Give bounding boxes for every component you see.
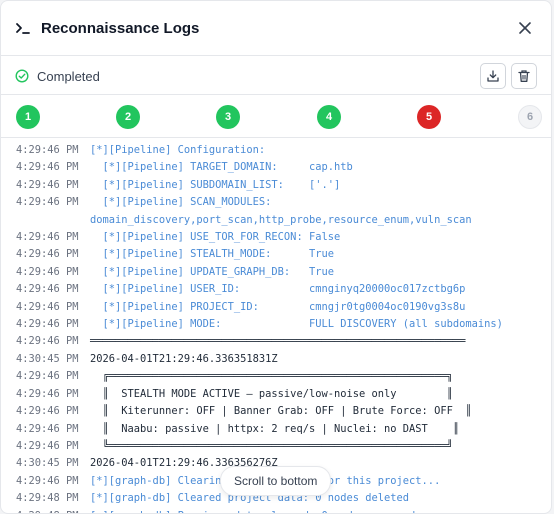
log-timestamp: 4:29:46 PM [16, 283, 79, 296]
log-line: 4:29:46 PM ║ Naabu: passive | httpx: 2 r… [16, 421, 551, 438]
log-message: 2026-04-01T21:29:46.336351831Z [90, 352, 278, 365]
log-timestamp: 4:29:46 PM [16, 178, 79, 191]
log-line: 4:29:46 PM ══════════════════════════════… [16, 333, 551, 350]
log-timestamp: 4:29:46 PM [16, 318, 79, 331]
recon-logs-panel: Reconnaissance Logs Completed 1 2 3 4 5 … [0, 0, 552, 514]
log-timestamp: 4:29:46 PM [16, 422, 79, 435]
log-timestamp: 4:29:46 PM [16, 300, 79, 313]
log-message: ╔═══════════════════════════════════════… [90, 370, 453, 383]
log-message: ║ STEALTH MODE ACTIVE — passive/low-nois… [90, 387, 453, 400]
pipeline-steps: 1 2 3 4 5 6 [1, 94, 551, 138]
trash-icon [518, 70, 530, 82]
log-line: domain_discovery,port_scan,http_probe,re… [16, 212, 551, 229]
scroll-to-bottom-button[interactable]: Scroll to bottom [220, 466, 332, 496]
log-timestamp: 4:29:46 PM [16, 370, 79, 383]
log-message: domain_discovery,port_scan,http_probe,re… [90, 213, 472, 226]
step-4-indicator[interactable]: 4 [317, 105, 341, 129]
log-output[interactable]: 4:29:46 PM [*][Pipeline] Configuration: 4:… [1, 138, 551, 513]
delete-button[interactable] [511, 63, 537, 89]
log-timestamp: 4:29:48 PM [16, 508, 90, 513]
log-line: 4:29:46 PM ╔════════════════════════════… [16, 368, 551, 385]
log-timestamp: 4:29:46 PM [16, 161, 79, 174]
step-6-indicator[interactable]: 6 [518, 105, 542, 129]
log-timestamp: 4:29:46 PM [16, 439, 79, 452]
log-message: [*][Pipeline] Configuration: [90, 144, 266, 156]
log-line: 4:29:46 PM [*][Pipeline] PROJECT_ID: cmn… [16, 299, 551, 316]
log-timestamp: 4:29:48 PM [16, 492, 79, 505]
status-label: Completed [37, 68, 100, 84]
log-line: 4:29:48 PM[+][graph-db] Previous data cl… [16, 508, 551, 513]
log-message: [*][Pipeline] SCAN_MODULES: [90, 196, 272, 209]
log-line: 4:30:45 PM 2026-04-01T21:29:46.336351831Z [16, 351, 551, 368]
download-button[interactable] [480, 63, 506, 89]
log-message: [*][Pipeline] TARGET_DOMAIN: cap.htb [90, 161, 353, 174]
log-line: 4:29:46 PM [*][Pipeline] MODE: FULL DISC… [16, 316, 551, 333]
step-2-indicator[interactable]: 2 [116, 105, 140, 129]
log-timestamp: 4:29:46 PM [16, 196, 79, 209]
log-timestamp: 4:30:45 PM [16, 457, 79, 470]
log-line: 4:29:46 PM ║ STEALTH MODE ACTIVE — passi… [16, 386, 551, 403]
log-message: [*][Pipeline] SUBDOMAIN_LIST: ['.'] [90, 178, 341, 191]
log-message: ║ Kiterunner: OFF | Banner Grab: OFF | B… [90, 405, 472, 418]
log-line: 4:29:46 PM [*][Pipeline] Configuration: [16, 142, 551, 159]
log-line: 4:29:46 PM ║ Kiterunner: OFF | Banner Gr… [16, 403, 551, 420]
log-timestamp: 4:29:46 PM [16, 144, 79, 156]
log-timestamp: 4:29:46 PM [16, 231, 79, 244]
log-line: 4:29:46 PM [*][Pipeline] STEALTH_MODE: T… [16, 246, 551, 263]
log-line: 4:29:46 PM [*][Pipeline] TARGET_DOMAIN: … [16, 159, 551, 176]
log-timestamp: 4:29:46 PM [16, 387, 79, 400]
log-message: ╚═══════════════════════════════════════… [90, 439, 453, 452]
check-circle-icon [15, 69, 29, 83]
log-line: 4:29:46 PM ╚════════════════════════════… [16, 438, 551, 455]
log-timestamp: 4:29:46 PM [16, 474, 79, 487]
panel-header: Reconnaissance Logs [1, 1, 551, 56]
log-message: [*][Pipeline] USER_ID: cmnginyq20000oc01… [90, 283, 466, 296]
terminal-icon [15, 20, 31, 36]
log-timestamp: 4:29:46 PM [16, 248, 79, 261]
log-timestamp: 4:29:46 PM [16, 335, 79, 348]
log-message: [*][Pipeline] STEALTH_MODE: True [90, 248, 334, 261]
log-message: [*][Pipeline] USE_TOR_FOR_RECON: False [90, 231, 341, 244]
step-3-indicator[interactable]: 3 [216, 105, 240, 129]
log-message: ════════════════════════════════════════… [90, 335, 466, 348]
status-row: Completed [1, 57, 551, 95]
log-line: 4:29:46 PM [*][Pipeline] USE_TOR_FOR_REC… [16, 229, 551, 246]
panel-title: Reconnaissance Logs [41, 19, 200, 37]
log-timestamp: 4:30:45 PM [16, 352, 79, 365]
log-line: 4:29:46 PM [*][Pipeline] UPDATE_GRAPH_DB… [16, 264, 551, 281]
step-5-indicator[interactable]: 5 [417, 105, 441, 129]
log-message: [+][graph-db] Previous data cleared: 0 n… [90, 508, 415, 513]
download-icon [487, 70, 499, 82]
close-icon [519, 22, 531, 34]
log-message: [*][Pipeline] PROJECT_ID: cmngjr0tg0004o… [90, 300, 466, 313]
log-line: 4:29:46 PM [*][Pipeline] SUBDOMAIN_LIST:… [16, 177, 551, 194]
log-timestamp: 4:29:46 PM [16, 265, 79, 278]
log-message: ║ Naabu: passive | httpx: 2 req/s | Nucl… [90, 422, 460, 435]
log-line: 4:29:46 PM [*][Pipeline] SCAN_MODULES: [16, 194, 551, 211]
log-message: [*][Pipeline] MODE: FULL DISCOVERY (all … [90, 318, 503, 331]
log-timestamp: 4:29:46 PM [16, 405, 79, 418]
log-line: 4:29:46 PM [*][Pipeline] USER_ID: cmngin… [16, 281, 551, 298]
close-button[interactable] [513, 16, 537, 40]
step-1-indicator[interactable]: 1 [16, 105, 40, 129]
log-message: [*][Pipeline] UPDATE_GRAPH_DB: True [90, 265, 334, 278]
